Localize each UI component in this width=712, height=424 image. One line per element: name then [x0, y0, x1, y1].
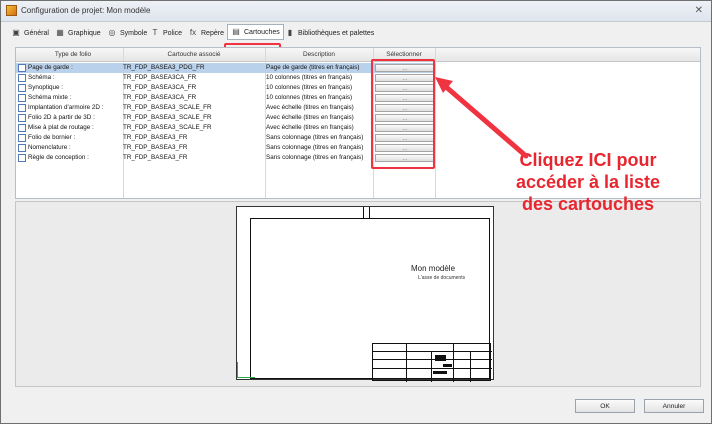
title-bar: Configuration de projet: Mon modèle ✕	[1, 1, 711, 22]
tab-title-blocks[interactable]: ▤ Cartouches	[227, 24, 284, 40]
description-cell: 10 colonnes (titres en français)	[266, 74, 353, 81]
sheet-type-cell: Folio 2D à partir de 3D :	[28, 114, 95, 121]
preview-title-block	[372, 343, 492, 382]
title-block-icon: ▤	[232, 27, 240, 36]
description-cell: Sans colonnage (titres en français)	[266, 134, 364, 141]
table-header: Type de folio Cartouche associé Descript…	[16, 48, 700, 62]
tab-marker-label: Repère	[201, 29, 224, 37]
associated-title-block-cell: TR_FDP_BASEA3_FR	[123, 144, 188, 151]
description-cell: 10 colonnes (titres en français)	[266, 94, 353, 101]
tab-graphics[interactable]: ▦ Graphique	[55, 26, 101, 40]
sheet-type-cell: Synoptique :	[28, 84, 64, 91]
general-icon: ▣	[12, 28, 20, 37]
associated-title-block-cell: TR_FDP_BASEA3_SCALE_FR	[123, 104, 212, 111]
sheet-type-icon	[18, 154, 26, 162]
column-header-select: Sélectionner	[386, 51, 422, 58]
symbol-icon: ◎	[108, 28, 116, 37]
tab-general[interactable]: ▣ Général	[11, 26, 49, 40]
settings-tabs: ▣ Général ▦ Graphique ◎ Symbole T Police…	[9, 24, 703, 65]
tab-graphics-label: Graphique	[68, 29, 101, 37]
sheet-type-cell: Folio de bornier :	[28, 134, 76, 141]
library-icon: ▮	[287, 28, 293, 37]
sheet-type-cell: Mise à plat de routage :	[28, 124, 94, 131]
sheet-type-icon	[18, 134, 26, 142]
tab-marker[interactable]: fx Repère	[188, 26, 224, 40]
associated-title-block-cell: TR_FDP_BASEA3CA_FR	[123, 74, 197, 81]
sheet-type-icon	[18, 84, 26, 92]
sheet-type-cell: Nomenclature :	[28, 144, 71, 151]
select-buttons-highlight-box	[371, 59, 435, 169]
associated-title-block-cell: TR_FDP_BASEA3_SCALE_FR	[123, 114, 212, 121]
font-icon: T	[152, 28, 158, 37]
sheet-type-icon	[18, 94, 26, 102]
instruction-line-1: Cliquez ICI pour	[519, 150, 657, 170]
sheet-type-icon	[18, 124, 26, 132]
column-header-description: Description	[303, 51, 335, 58]
tab-title-blocks-label: Cartouches	[244, 28, 280, 36]
title-block-preview: Mon modèle L'asse de documents	[15, 201, 701, 387]
sheet-type-cell: Schéma mixte :	[28, 94, 72, 101]
associated-title-block-cell: TR_FDP_BASEA3_FR	[123, 154, 188, 161]
tab-symbol[interactable]: ◎ Symbole	[107, 26, 148, 40]
drawing-frame: Mon modèle L'asse de documents	[250, 218, 492, 382]
associated-title-block-cell: TR_FDP_BASEA3_FR	[123, 134, 188, 141]
tab-font-label: Police	[163, 29, 183, 37]
application-icon	[6, 5, 17, 16]
tab-libraries-label: Bibliothèques et palettes	[298, 29, 375, 37]
description-cell: Avec échelle (titres en français)	[266, 124, 354, 131]
close-icon[interactable]: ✕	[695, 5, 703, 16]
cancel-button[interactable]: Annuler	[644, 399, 704, 413]
associated-title-block-cell: TR_FDP_BASEA3_SCALE_FR	[123, 124, 212, 131]
description-cell: Avec échelle (titres en français)	[266, 104, 354, 111]
sheet-type-icon	[18, 64, 26, 72]
sheet-type-icon	[18, 104, 26, 112]
description-cell: Page de garde (titres en français)	[266, 64, 360, 71]
description-cell: Avec échelle (titres en français)	[266, 114, 354, 121]
sheet-type-icon	[18, 74, 26, 82]
formula-icon: fx	[189, 28, 197, 37]
description-cell: Sans colonnage (titres en français)	[266, 144, 364, 151]
tab-font[interactable]: T Police	[150, 26, 183, 40]
preview-sheet: Mon modèle L'asse de documents	[236, 206, 494, 382]
instruction-callout: Cliquez ICI pour accéder à la liste des …	[483, 149, 693, 215]
column-header-sheet-type: Type de folio	[54, 51, 92, 58]
sheet-type-cell: Règle de conception :	[28, 154, 89, 161]
sheet-type-cell: Schéma :	[28, 74, 55, 81]
window-title: Configuration de projet: Mon modèle	[21, 6, 151, 15]
description-cell: 10 colonnes (titres en français)	[266, 84, 353, 91]
tab-libraries[interactable]: ▮ Bibliothèques et palettes	[285, 26, 374, 40]
instruction-line-2: accéder à la liste	[515, 172, 661, 192]
project-configuration-window: Configuration de projet: Mon modèle ✕ ▣ …	[0, 0, 712, 424]
tab-general-label: Général	[24, 29, 49, 37]
description-cell: Sans colonnage (titres en français)	[266, 154, 364, 161]
tab-symbol-label: Symbole	[120, 29, 148, 37]
sheet-type-icon	[18, 144, 26, 152]
instruction-line-3: des cartouches	[521, 194, 655, 214]
ok-button[interactable]: OK	[575, 399, 635, 413]
sheet-type-cell: Implantation d'armoire 2D :	[28, 104, 104, 111]
associated-title-block-cell: TR_FDP_BASEA3_PDG_FR	[123, 64, 205, 71]
associated-title-block-cell: TR_FDP_BASEA3CA_FR	[123, 84, 197, 91]
preview-subtitle: L'asse de documents	[418, 275, 466, 281]
sheet-type-cell: Page de garde :	[28, 64, 73, 71]
column-header-associated-title-block: Cartouche associé	[167, 51, 221, 58]
graphics-icon: ▦	[56, 28, 64, 37]
associated-title-block-cell: TR_FDP_BASEA3CA_FR	[123, 94, 197, 101]
preview-title: Mon modèle	[411, 264, 456, 273]
sheet-type-icon	[18, 114, 26, 122]
